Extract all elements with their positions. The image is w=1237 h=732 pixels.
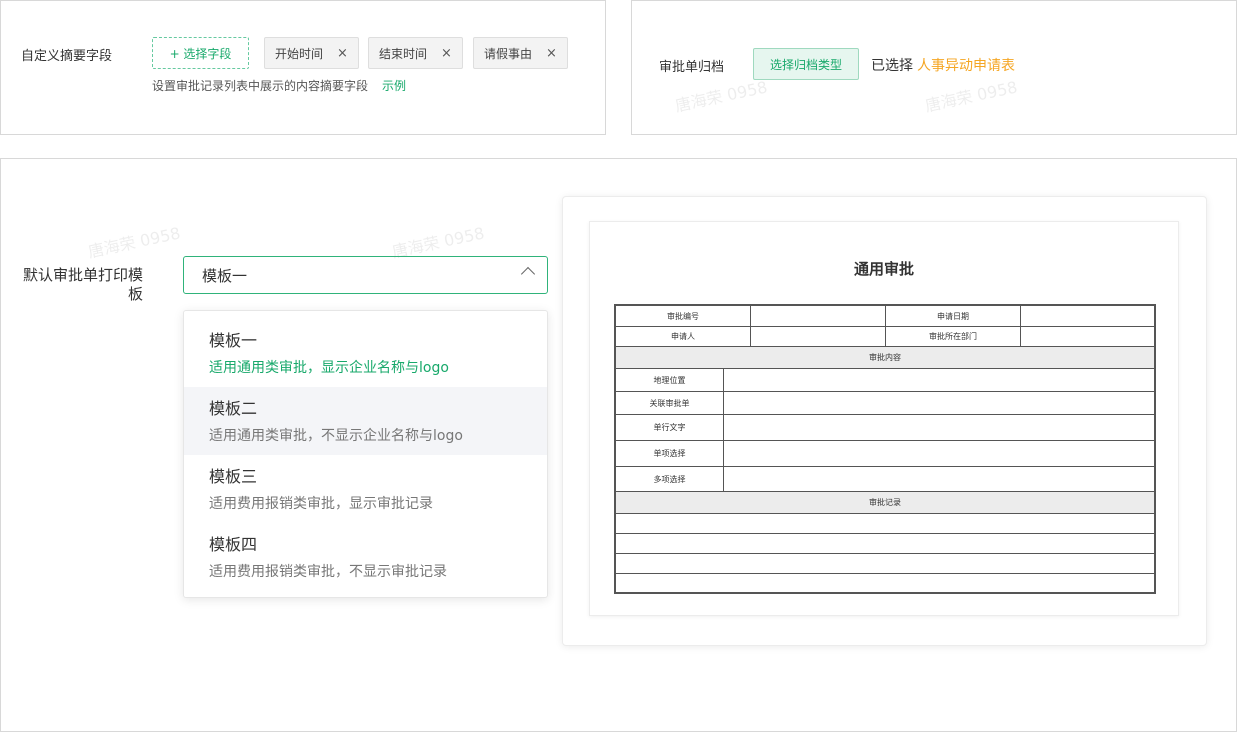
table-cell: 多项选择	[653, 474, 686, 484]
table-cell	[723, 415, 1154, 440]
chevron-up-icon	[520, 266, 536, 282]
remove-tag-icon[interactable]: ×	[337, 46, 348, 61]
select-field-button[interactable]: + 选择字段	[152, 37, 249, 69]
tag-leave-reason: 请假事由 ×	[473, 37, 568, 69]
template-preview-card: 通用审批 审批编号 申请日期 申请人 审批所在部门 审批内容 地理位置 关联审批…	[562, 196, 1207, 646]
summary-fields-label: 自定义摘要字段	[21, 49, 113, 64]
select-archive-type-button[interactable]: 选择归档类型	[753, 48, 859, 80]
table-row: 审批编号 申请日期	[616, 306, 1154, 326]
tag-label: 开始时间	[275, 46, 324, 61]
summary-hint: 设置审批记录列表中展示的内容摘要字段	[152, 79, 369, 93]
option-title: 模板一	[209, 331, 258, 350]
table-cell	[1020, 327, 1154, 346]
template-option-2[interactable]: 模板二 适用通用类审批，不显示企业名称与logo	[184, 387, 547, 455]
table-cell	[1020, 306, 1154, 326]
table-cell: 单行文字	[653, 423, 686, 432]
table-cell	[723, 392, 1154, 414]
table-row	[616, 513, 1154, 533]
option-desc: 适用通用类审批，不显示企业名称与logo	[209, 428, 463, 444]
table-cell: 申请人	[671, 332, 695, 341]
example-link[interactable]: 示例	[382, 77, 406, 94]
table-cell: 单项选择	[653, 449, 686, 458]
template-option-4[interactable]: 模板四 适用费用报销类审批，不显示审批记录	[184, 523, 547, 591]
table-row	[616, 533, 1154, 553]
table-row: 审批内容	[616, 346, 1154, 368]
table-row: 关联审批单	[616, 391, 1154, 414]
option-title: 模板四	[209, 535, 258, 554]
table-cell	[750, 306, 885, 326]
table-cell: 审批所在部门	[885, 327, 1020, 346]
table-cell	[723, 369, 1154, 391]
watermark: 唐海荣 0958	[86, 223, 183, 262]
table-row	[616, 573, 1154, 592]
table-cell	[723, 441, 1154, 466]
table-cell: 审批记录	[869, 498, 901, 507]
preview-form-table: 审批编号 申请日期 申请人 审批所在部门 审批内容 地理位置 关联审批单 单行文…	[614, 304, 1156, 594]
watermark: 唐海荣 0958	[923, 77, 1020, 116]
table-cell: 申请日期	[885, 306, 1020, 326]
table-cell: 审批内容	[869, 353, 901, 362]
remove-tag-icon[interactable]: ×	[441, 46, 452, 61]
template-option-1[interactable]: 模板一 适用通用类审批，显示企业名称与logo	[184, 319, 547, 387]
table-row: 审批记录	[616, 491, 1154, 513]
table-cell	[616, 574, 1154, 592]
option-desc: 适用费用报销类审批，显示审批记录	[209, 496, 433, 512]
table-cell	[616, 534, 1154, 553]
option-desc: 适用通用类审批，显示企业名称与logo	[209, 360, 449, 376]
table-row: 多项选择	[616, 466, 1154, 491]
table-cell: 关联审批单	[649, 398, 690, 408]
tag-label: 请假事由	[484, 46, 533, 61]
table-cell: 审批编号	[667, 311, 699, 321]
tag-label: 结束时间	[379, 46, 428, 61]
table-cell	[750, 327, 885, 346]
table-cell: 地理位置	[653, 375, 686, 385]
table-row: 申请人 审批所在部门	[616, 326, 1154, 346]
table-cell	[723, 467, 1154, 491]
print-template-label: 默认审批单打印模板	[22, 266, 143, 303]
table-row: 地理位置	[616, 368, 1154, 391]
table-row: 单项选择	[616, 440, 1154, 466]
option-title: 模板三	[209, 467, 258, 486]
table-row	[616, 553, 1154, 573]
remove-tag-icon[interactable]: ×	[546, 46, 557, 61]
select-value: 模板一	[202, 266, 248, 285]
print-template-panel: 默认审批单打印模板 唐海荣 0958 唐海荣 0958 模板一 模板一 适用通用…	[0, 158, 1237, 732]
archive-selected-value[interactable]: 人事异动申请表	[917, 55, 1015, 75]
option-title: 模板二	[209, 399, 258, 418]
archive-selected-prefix: 已选择	[871, 58, 913, 74]
preview-title: 通用审批	[853, 260, 914, 278]
table-row: 单行文字	[616, 414, 1154, 440]
summary-fields-panel: 自定义摘要字段 + 选择字段 开始时间 × 结束时间 × 请假事由 × 设置审批…	[0, 0, 606, 135]
print-template-select[interactable]: 模板一	[183, 256, 548, 294]
table-cell	[616, 554, 1154, 573]
template-option-3[interactable]: 模板三 适用费用报销类审批，显示审批记录	[184, 455, 547, 523]
tag-end-time: 结束时间 ×	[368, 37, 463, 69]
table-cell	[616, 514, 1154, 533]
archive-label: 审批单归档	[659, 60, 725, 75]
tag-start-time: 开始时间 ×	[264, 37, 359, 69]
preview-paper: 通用审批 审批编号 申请日期 申请人 审批所在部门 审批内容 地理位置 关联审批…	[589, 221, 1179, 616]
option-desc: 适用费用报销类审批，不显示审批记录	[209, 564, 447, 580]
template-dropdown: 模板一 适用通用类审批，显示企业名称与logo 模板二 适用通用类审批，不显示企…	[183, 310, 548, 598]
archive-panel: 审批单归档 选择归档类型 已选择 人事异动申请表 唐海荣 0958 唐海荣 09…	[631, 0, 1237, 135]
